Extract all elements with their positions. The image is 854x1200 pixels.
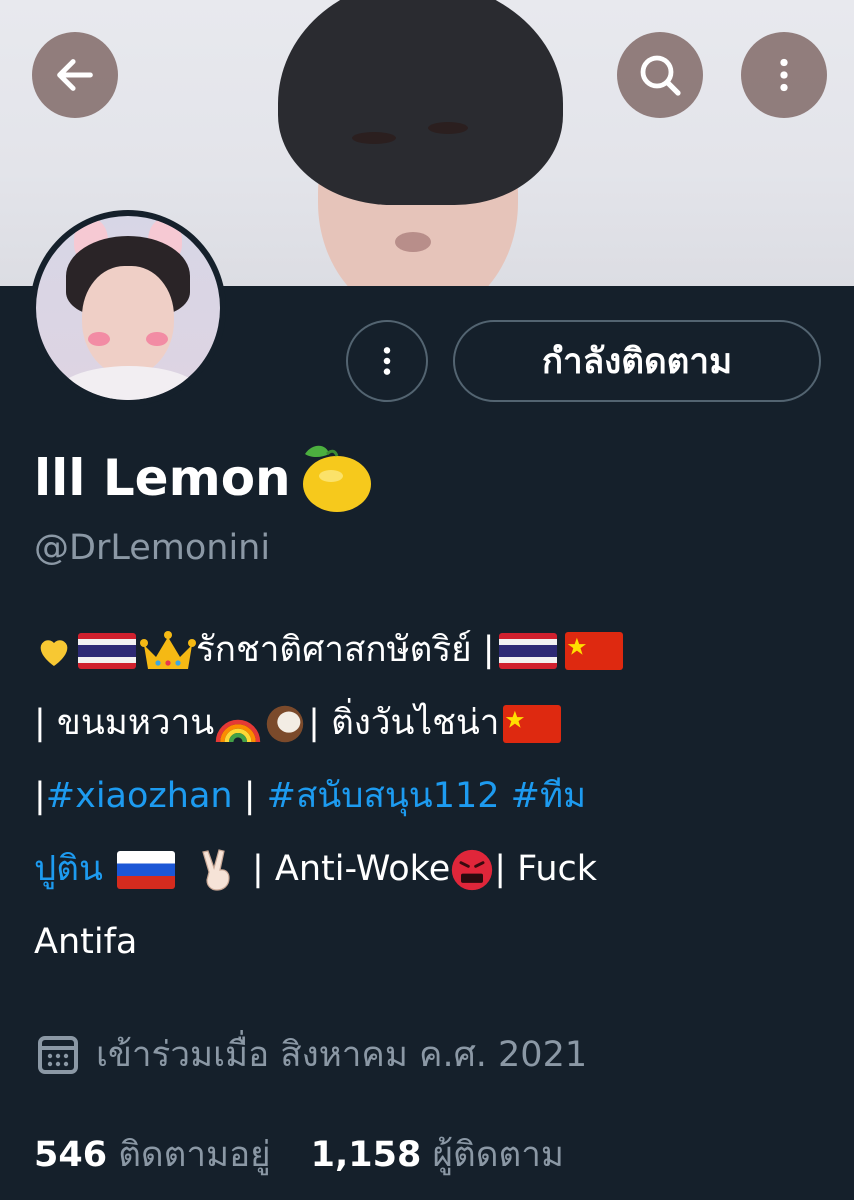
following-link[interactable]: 546 ติดตามอยู่: [34, 1127, 271, 1182]
more-vertical-icon: [383, 347, 391, 375]
username-handle: @DrLemonini: [34, 528, 271, 568]
lemon-icon: [302, 445, 371, 512]
bio-line: รักชาติศาสกษัตริย์ |: [34, 614, 824, 687]
hashtag-link[interactable]: ปูติน: [34, 833, 103, 906]
bio-line: ปูติน | Anti-Woke | Fuck: [34, 833, 824, 906]
victory-hand-icon: [202, 848, 230, 891]
following-label: ติดตามอยู่: [118, 1134, 271, 1175]
following-button[interactable]: กำลังติดตาม: [453, 320, 821, 402]
yellow-heart-icon: [40, 639, 68, 666]
display-name-row: lll Lemon: [34, 440, 379, 516]
more-options-button[interactable]: [741, 32, 827, 118]
bio-text: Antifa: [34, 922, 138, 962]
china-flag-icon: [564, 631, 623, 670]
avatar-image: [36, 216, 220, 400]
bio-text: | Fuck: [494, 849, 598, 889]
follow-stats: 546 ติดตามอยู่ 1,158 ผู้ติดตาม: [34, 1124, 564, 1184]
arrow-left-icon: [57, 59, 93, 91]
china-flag-icon: [503, 704, 562, 743]
profile-bio: รักชาติศาสกษัตริย์ | | ขนมหวาน | ติ่งวัน…: [34, 614, 824, 979]
crown-icon: [140, 630, 196, 669]
search-button[interactable]: [617, 32, 703, 118]
bio-text: รักชาติศาสกษัตริย์ |: [196, 630, 495, 670]
followers-label: ผู้ติดตาม: [432, 1134, 564, 1175]
banner-eye: [352, 132, 396, 144]
bio-text: | ติ่งวันไชน่า: [308, 703, 500, 743]
banner-mouth: [395, 232, 431, 252]
search-icon: [640, 55, 681, 96]
followers-link[interactable]: 1,158 ผู้ติดตาม: [311, 1127, 564, 1182]
bio-line: Antifa: [34, 906, 824, 979]
back-button[interactable]: [32, 32, 118, 118]
rainbow-icon: [215, 719, 261, 742]
bio-line: | ขนมหวาน | ติ่งวันไชน่า: [34, 687, 824, 760]
more-vertical-icon: [780, 58, 788, 92]
following-count: 546: [34, 1134, 108, 1175]
thailand-flag-icon: [78, 632, 136, 669]
hashtag-link[interactable]: #สนับสนุน112 #ทีม: [267, 760, 586, 833]
avatar-body: [54, 366, 204, 400]
thailand-flag-icon: [498, 632, 557, 669]
joined-text: เข้าร่วมเมื่อ สิงหาคม ค.ศ. 2021: [96, 1034, 588, 1075]
avatar[interactable]: [30, 210, 226, 406]
blush: [88, 332, 110, 346]
display-name: lll Lemon: [34, 449, 291, 507]
coconut-icon: [266, 705, 304, 742]
blush: [146, 332, 168, 346]
angry-face-icon: [452, 849, 493, 890]
bio-text: | ขนมหวาน: [34, 703, 215, 743]
profile-more-button[interactable]: [346, 320, 428, 402]
avatar-face: [82, 266, 174, 376]
banner-eye: [428, 122, 468, 134]
russia-flag-icon: [116, 850, 175, 889]
joined-date: เข้าร่วมเมื่อ สิงหาคม ค.ศ. 2021: [34, 1026, 587, 1082]
bio-text: | Anti-Woke: [240, 849, 451, 889]
bio-line: | #xiaozhan | #สนับสนุน112 #ทีม: [34, 760, 824, 833]
following-button-label: กำลังติดตาม: [541, 341, 733, 382]
followers-count: 1,158: [310, 1134, 422, 1175]
bio-text: |: [34, 776, 46, 816]
bio-text: |: [232, 776, 267, 816]
banner-photo-hat: [278, 0, 563, 205]
hashtag-link[interactable]: #xiaozhan: [46, 760, 233, 833]
calendar-icon: [38, 1036, 78, 1074]
